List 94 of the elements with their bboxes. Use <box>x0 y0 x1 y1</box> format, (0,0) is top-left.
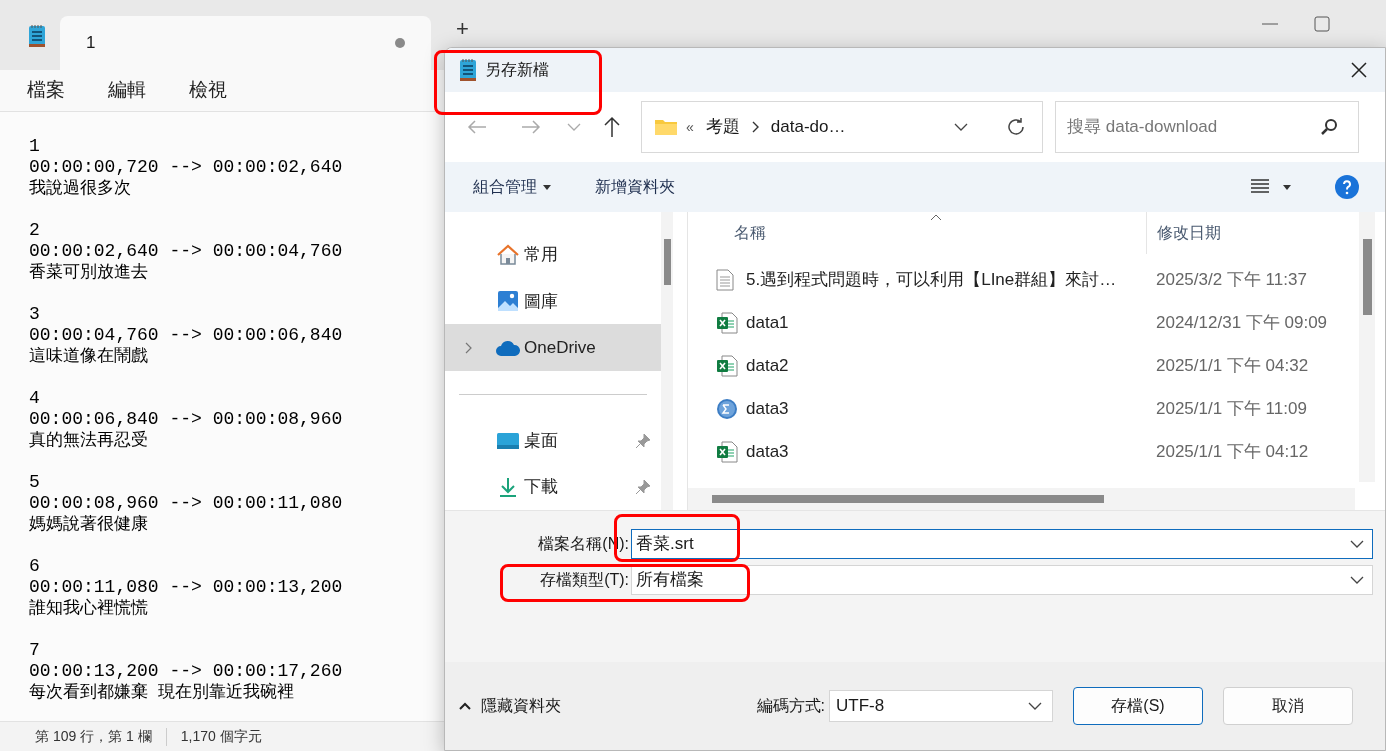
caret-up-icon <box>459 702 471 710</box>
subtitle-index: 5 <box>29 472 41 493</box>
hide-folders-button[interactable]: 隱藏資料夾 <box>459 694 561 718</box>
home-icon <box>496 244 520 267</box>
up-arrow-icon[interactable] <box>603 116 621 138</box>
encoding-dropdown[interactable]: UTF-8 <box>829 690 1053 722</box>
spreadsheet-icon <box>716 354 738 377</box>
scrollbar-thumb[interactable] <box>1362 239 1372 315</box>
organize-button[interactable]: 組合管理 <box>473 175 551 199</box>
nav-item[interactable]: OneDrive <box>445 324 661 371</box>
subtitle-timecode: 00:00:08,960 --> 00:00:11,080 <box>29 493 344 514</box>
list-view-icon[interactable] <box>1251 179 1269 195</box>
expand-chevron-icon[interactable] <box>465 341 472 354</box>
subtitle-text: 誰知我心裡慌慌 <box>29 598 149 619</box>
column-header[interactable]: 名稱 <box>734 221 1146 245</box>
column-header[interactable]: 修改日期 <box>1157 221 1221 245</box>
help-icon[interactable] <box>1335 175 1359 199</box>
cloud-icon <box>495 338 521 357</box>
forward-arrow-icon[interactable] <box>521 119 541 135</box>
dialog-button[interactable]: 取消 <box>1223 687 1353 725</box>
back-arrow-icon[interactable] <box>467 119 487 135</box>
nav-item[interactable]: 常用 <box>445 232 661 279</box>
dialog-button[interactable]: 存檔(S) <box>1073 687 1203 725</box>
subtitle-text: 這味道像在鬧戲 <box>29 346 149 367</box>
subtitle-index: 4 <box>29 388 41 409</box>
field-label: 存檔類型(T): <box>539 570 630 590</box>
file-type-dropdown[interactable]: 所有檔案 <box>631 565 1373 595</box>
close-icon[interactable] <box>1351 62 1367 78</box>
sigma-file-icon <box>716 397 738 420</box>
dropdown-icon <box>1350 540 1364 548</box>
refresh-icon[interactable] <box>1006 117 1026 137</box>
address-bar[interactable]: « 考題 data-do… <box>641 101 1043 153</box>
subtitle-timecode: 00:00:13,200 --> 00:00:17,260 <box>29 661 344 682</box>
subtitle-text: 媽媽說著很健康 <box>29 514 149 535</box>
subtitle-index: 2 <box>29 220 41 241</box>
desktop-icon <box>496 431 520 450</box>
chevron-down-icon[interactable] <box>567 123 581 131</box>
subtitle-text: 每次看到都嫌棄 現在別靠近我碗裡 <box>29 682 296 703</box>
file-row[interactable]: data1 2024/12/31 下午 09:09 <box>688 301 1385 344</box>
subtitle-index: 7 <box>29 640 41 661</box>
document-tab[interactable]: 1 <box>60 16 431 70</box>
nav-item[interactable]: 圖庫 <box>445 278 661 325</box>
subtitle-index: 6 <box>29 556 41 577</box>
new-tab-button[interactable]: + <box>456 18 469 40</box>
breadcrumb-item[interactable]: 考題 <box>705 114 740 140</box>
folder-icon <box>654 118 678 136</box>
new-folder-button[interactable]: 新增資料夾 <box>595 175 675 199</box>
caret-icon[interactable] <box>1283 184 1291 190</box>
dropdown-icon <box>1350 576 1364 584</box>
dialog-title: 另存新檔 <box>485 60 549 80</box>
subtitle-index: 3 <box>29 304 41 325</box>
file-row[interactable]: 5.遇到程式問題時，可以利用【LIne群組】來討… 2025/3/2 下午 11:37 <box>688 258 1385 301</box>
file-row[interactable]: data3 2025/1/1 下午 11:09 <box>688 387 1385 430</box>
cursor-position: 第 109 行，第 1 欄 <box>35 727 152 746</box>
encoding-label: 編碼方式: <box>756 696 825 716</box>
subtitle-timecode: 00:00:00,720 --> 00:00:02,640 <box>29 157 344 178</box>
subtitle-text: 我說過很多次 <box>29 178 132 199</box>
search-icon <box>1320 118 1338 136</box>
subtitle-text: 真的無法再忍受 <box>29 430 149 451</box>
menu-item[interactable]: 檔案 <box>27 76 65 105</box>
file-row[interactable]: data2 2025/1/1 下午 04:32 <box>688 344 1385 387</box>
scrollbar-thumb[interactable] <box>663 239 671 285</box>
menu-item[interactable]: 檢視 <box>189 76 227 105</box>
download-icon <box>498 475 518 498</box>
breadcrumb-overflow[interactable]: « <box>686 116 694 138</box>
filename-field[interactable]: 香菜.srt <box>631 529 1373 559</box>
subtitle-text: 香菜可別放進去 <box>29 262 149 283</box>
document-icon <box>716 268 734 291</box>
subtitle-timecode: 00:00:04,760 --> 00:00:06,840 <box>29 325 344 346</box>
spreadsheet-icon <box>716 311 738 334</box>
spreadsheet-icon <box>716 440 738 463</box>
nav-item[interactable]: 下載 <box>445 463 661 510</box>
subtitle-index: 1 <box>29 136 41 157</box>
sort-caret-icon <box>930 214 942 221</box>
caret-icon <box>543 184 551 190</box>
menu-item[interactable]: 編輯 <box>108 76 146 105</box>
character-count: 1,170 個字元 <box>180 727 262 746</box>
maximize-icon[interactable] <box>1314 16 1330 32</box>
image-icon <box>497 290 519 313</box>
scrollbar-thumb[interactable] <box>712 495 1104 503</box>
pin-icon[interactable] <box>635 432 651 449</box>
pin-icon[interactable] <box>635 478 651 495</box>
subtitle-timecode: 00:00:06,840 --> 00:00:08,960 <box>29 409 344 430</box>
notepad-icon <box>459 58 477 82</box>
subtitle-timecode: 00:00:02,640 --> 00:00:04,760 <box>29 241 344 262</box>
subtitle-timecode: 00:00:11,080 --> 00:00:13,200 <box>29 577 344 598</box>
search-field[interactable]: 搜尋 data-download <box>1055 101 1359 153</box>
nav-item[interactable]: 桌面 <box>445 417 661 464</box>
chevron-right-icon <box>751 121 759 133</box>
breadcrumb-item[interactable]: data-do… <box>770 114 846 140</box>
dropdown-icon <box>1028 702 1042 710</box>
file-row[interactable]: data3 2025/1/1 下午 04:12 <box>688 430 1385 473</box>
dropdown-icon <box>954 123 968 131</box>
notepad-icon <box>28 24 46 48</box>
